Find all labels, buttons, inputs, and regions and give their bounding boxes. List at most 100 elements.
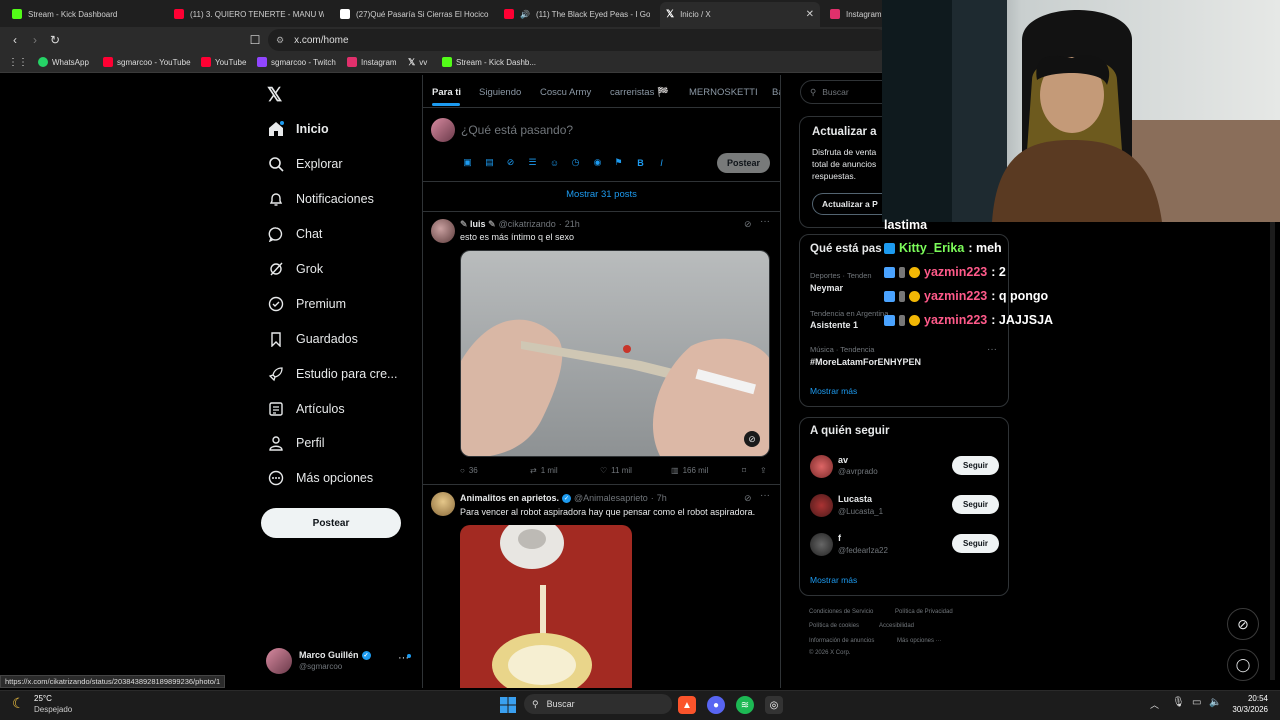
weather-desc[interactable]: Despejado bbox=[34, 705, 72, 714]
chat-fab-icon[interactable]: ◯ bbox=[1227, 649, 1259, 681]
trend-more-icon[interactable]: ··· bbox=[987, 344, 997, 355]
tab-mernosketti[interactable]: MERNOSKETTI bbox=[689, 87, 758, 98]
grok-image-icon[interactable]: ⊘ bbox=[744, 431, 760, 447]
nav-explorar[interactable]: Explorar bbox=[268, 153, 343, 175]
footer-link[interactable]: Condiciones de Servicio bbox=[809, 609, 873, 615]
bookmark-kick[interactable]: Stream - Kick Dashb... bbox=[442, 57, 536, 67]
tray-chevron-icon[interactable]: ︿ bbox=[1150, 698, 1159, 711]
tab-tiktok[interactable]: (27)Qué Pasaría Si Cierras El Hocico bbox=[340, 4, 490, 24]
brave-icon[interactable]: ▲ bbox=[678, 696, 696, 714]
bookmark-page-icon[interactable]: ☐ bbox=[246, 31, 264, 49]
trend-item[interactable]: #MoreLatamForENHYPEN bbox=[810, 357, 921, 367]
post-time[interactable]: 7h bbox=[657, 493, 667, 503]
author-handle[interactable]: @Animalesaprieto bbox=[574, 493, 648, 503]
footer-link[interactable]: Accesibilidad bbox=[879, 623, 914, 629]
nav-guardados[interactable]: Guardados bbox=[268, 328, 358, 350]
bookmark-button[interactable]: ⌑ bbox=[742, 466, 746, 475]
nav-premium[interactable]: Premium bbox=[268, 293, 346, 315]
tab-x-home[interactable]: 𝕏 Inicio / X ✕ bbox=[660, 2, 820, 27]
reply-button[interactable]: ○ 36 bbox=[460, 466, 478, 475]
grok-icon[interactable]: ⊘ bbox=[505, 157, 516, 168]
clock-date[interactable]: 30/3/2026 bbox=[1226, 705, 1268, 714]
tab-carreristas[interactable]: carreristas 🏁 bbox=[610, 87, 669, 98]
bookmark-instagram[interactable]: Instagram bbox=[347, 57, 397, 67]
media-icon[interactable]: ▣ bbox=[462, 157, 473, 168]
grok-icon[interactable]: ⊘ bbox=[744, 219, 752, 230]
repost-button[interactable]: ⇄ 1 mil bbox=[530, 466, 558, 475]
author-handle[interactable]: @cikatrizando bbox=[499, 219, 556, 230]
tab-siguiendo[interactable]: Siguiendo bbox=[479, 87, 521, 98]
share-button[interactable]: ⇪ bbox=[760, 466, 767, 475]
spotify-icon[interactable]: ≋ bbox=[736, 696, 754, 714]
tab-youtube-2[interactable]: 🔊 (11) The Black Eyed Peas - I Gotta bbox=[504, 4, 650, 24]
gif-icon[interactable]: ▤ bbox=[484, 157, 495, 168]
avatar[interactable] bbox=[810, 533, 833, 556]
footer-link[interactable]: Más opciones ··· bbox=[897, 638, 942, 644]
follow-button[interactable]: Seguir bbox=[952, 534, 999, 553]
avatar[interactable] bbox=[810, 455, 833, 478]
bookmark-twitch[interactable]: sgmarcoo - Twitch bbox=[257, 57, 336, 67]
footer-link[interactable]: Política de cookies bbox=[809, 623, 859, 629]
windows-start-icon[interactable] bbox=[499, 696, 517, 714]
nav-inicio[interactable]: Inicio bbox=[268, 118, 329, 140]
italic-icon[interactable]: I bbox=[656, 157, 667, 168]
follow-button[interactable]: Seguir bbox=[952, 495, 999, 514]
follow-show-more[interactable]: Mostrar más bbox=[810, 575, 857, 585]
apps-icon[interactable]: ⋮⋮ bbox=[8, 57, 28, 68]
address-bar[interactable]: ⚙ x.com/home bbox=[268, 29, 888, 51]
grok-fab-icon[interactable]: ⊘ bbox=[1227, 608, 1259, 640]
bookmark-youtube[interactable]: YouTube bbox=[201, 57, 246, 67]
post-image[interactable]: ⊘ bbox=[460, 250, 770, 457]
avatar[interactable] bbox=[431, 219, 455, 243]
trends-show-more[interactable]: Mostrar más bbox=[810, 386, 857, 396]
scrollbar[interactable] bbox=[1270, 220, 1275, 680]
post-button[interactable]: Postear bbox=[261, 508, 401, 538]
tab-youtube-1[interactable]: (11) 3. QUIERO TENERTE - MANU W bbox=[174, 4, 324, 24]
avatar[interactable] bbox=[431, 492, 455, 516]
follow-name[interactable]: av bbox=[838, 455, 848, 465]
tab-partial[interactable]: Ba bbox=[772, 87, 780, 98]
poll-icon[interactable]: ☰ bbox=[527, 157, 538, 168]
post-more-icon[interactable]: ··· bbox=[760, 216, 770, 227]
x-logo-icon[interactable]: 𝕏 bbox=[267, 84, 282, 107]
location-icon[interactable]: ◉ bbox=[592, 157, 603, 168]
taskbar-search[interactable]: ⚲ Buscar bbox=[524, 694, 672, 714]
nav-perfil[interactable]: Perfil bbox=[268, 432, 324, 454]
close-tab-icon[interactable]: ✕ bbox=[806, 9, 814, 20]
avatar[interactable] bbox=[266, 648, 292, 674]
composer-input[interactable]: ¿Qué está pasando? bbox=[461, 123, 573, 137]
forward-button[interactable]: › bbox=[26, 31, 44, 49]
account-name-row[interactable]: Marco Guillén ✓ bbox=[299, 650, 371, 660]
tab-kick-dashboard[interactable]: Stream - Kick Dashboard bbox=[12, 4, 162, 24]
author-name[interactable]: Animalitos en aprietos. bbox=[460, 493, 559, 503]
nav-articulos[interactable]: Artículos bbox=[268, 398, 345, 420]
post-time[interactable]: 21h bbox=[565, 219, 580, 230]
reload-button[interactable]: ↻ bbox=[46, 31, 64, 49]
follow-handle[interactable]: @avrprado bbox=[838, 467, 878, 476]
follow-name[interactable]: f bbox=[838, 533, 841, 543]
nav-estudio[interactable]: Estudio para cre... bbox=[268, 363, 397, 385]
trend-item[interactable]: Asistente 1 bbox=[810, 320, 858, 330]
show-more-posts[interactable]: Mostrar 31 posts bbox=[422, 189, 781, 200]
views-button[interactable]: ▥ 166 mil bbox=[671, 466, 708, 475]
tab-para-ti[interactable]: Para ti bbox=[432, 87, 461, 98]
bookmark-vv[interactable]: 𝕏vv bbox=[408, 57, 427, 68]
weather-temp[interactable]: 25°C bbox=[34, 694, 52, 703]
grok-icon[interactable]: ⊘ bbox=[744, 493, 752, 504]
bold-icon[interactable]: B bbox=[635, 157, 646, 168]
post-more-icon[interactable]: ··· bbox=[760, 490, 770, 501]
nav-chat[interactable]: Chat bbox=[268, 223, 322, 245]
discord-icon[interactable]: ● bbox=[707, 696, 725, 714]
trend-item[interactable]: Neymar bbox=[810, 283, 843, 293]
composer-post-button[interactable]: Postear bbox=[717, 153, 770, 173]
post-video[interactable] bbox=[460, 525, 632, 688]
follow-handle[interactable]: @fedearlza22 bbox=[838, 546, 888, 555]
tab-instagram[interactable]: Instagram bbox=[830, 4, 882, 24]
clock-time[interactable]: 20:54 bbox=[1232, 694, 1268, 703]
avatar[interactable] bbox=[810, 494, 833, 517]
emoji-icon[interactable]: ☺ bbox=[549, 157, 560, 168]
author-name[interactable]: ✎ luis ✎ bbox=[460, 219, 496, 230]
nav-grok[interactable]: Grok bbox=[268, 258, 323, 280]
upgrade-premium-button[interactable]: Actualizar a P bbox=[812, 193, 890, 215]
bookmark-sgmarcoo-youtube[interactable]: sgmarcoo - YouTube bbox=[103, 57, 191, 67]
